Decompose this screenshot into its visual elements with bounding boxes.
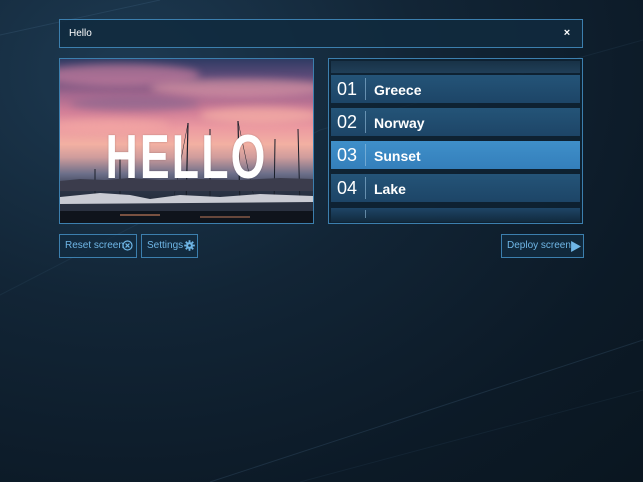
- reset-screen-button[interactable]: Reset screen: [59, 234, 137, 258]
- circle-x-icon: [122, 240, 133, 251]
- list-item-number: 01: [337, 79, 358, 99]
- list-item-divider: [365, 177, 366, 199]
- list-item-label: Sunset: [374, 148, 421, 164]
- list-item-divider: [365, 210, 366, 218]
- list-item-divider: [365, 111, 366, 133]
- settings-button[interactable]: Settings: [141, 234, 198, 258]
- list-item-number: 04: [337, 178, 358, 198]
- text-input-container: ×: [59, 19, 583, 48]
- list-item-lake[interactable]: 04 Lake: [331, 174, 580, 202]
- list-item-norway[interactable]: 02 Norway: [331, 108, 580, 136]
- preview-panel: HELLO: [59, 58, 314, 224]
- screen-list: 01 Greece 02 Norway 03 Sunset 04 Lake: [328, 58, 583, 224]
- list-item-sunset[interactable]: 03 Sunset: [331, 141, 580, 169]
- close-icon[interactable]: ×: [561, 27, 573, 40]
- preview-overlay-text: HELLO: [105, 123, 268, 192]
- list-item-number: 03: [337, 145, 358, 165]
- settings-label: Settings: [147, 240, 184, 251]
- list-item-greece[interactable]: 01 Greece: [331, 75, 580, 103]
- deploy-screen-button[interactable]: Deploy screen: [501, 234, 584, 258]
- deploy-screen-label: Deploy screen: [507, 240, 571, 251]
- reset-screen-label: Reset screen: [65, 240, 124, 251]
- list-item-label: Greece: [374, 82, 422, 98]
- gear-icon: [184, 240, 195, 251]
- list-item-divider: [365, 144, 366, 166]
- text-input[interactable]: [60, 20, 550, 47]
- list-item-label: Norway: [374, 115, 425, 131]
- list-item-number: 02: [337, 112, 358, 132]
- list-item-label: Lake: [374, 181, 406, 197]
- list-item-divider: [365, 78, 366, 100]
- list-scroll-top: [331, 61, 580, 73]
- list-scroll-bottom: [331, 208, 580, 222]
- play-icon: [571, 241, 581, 252]
